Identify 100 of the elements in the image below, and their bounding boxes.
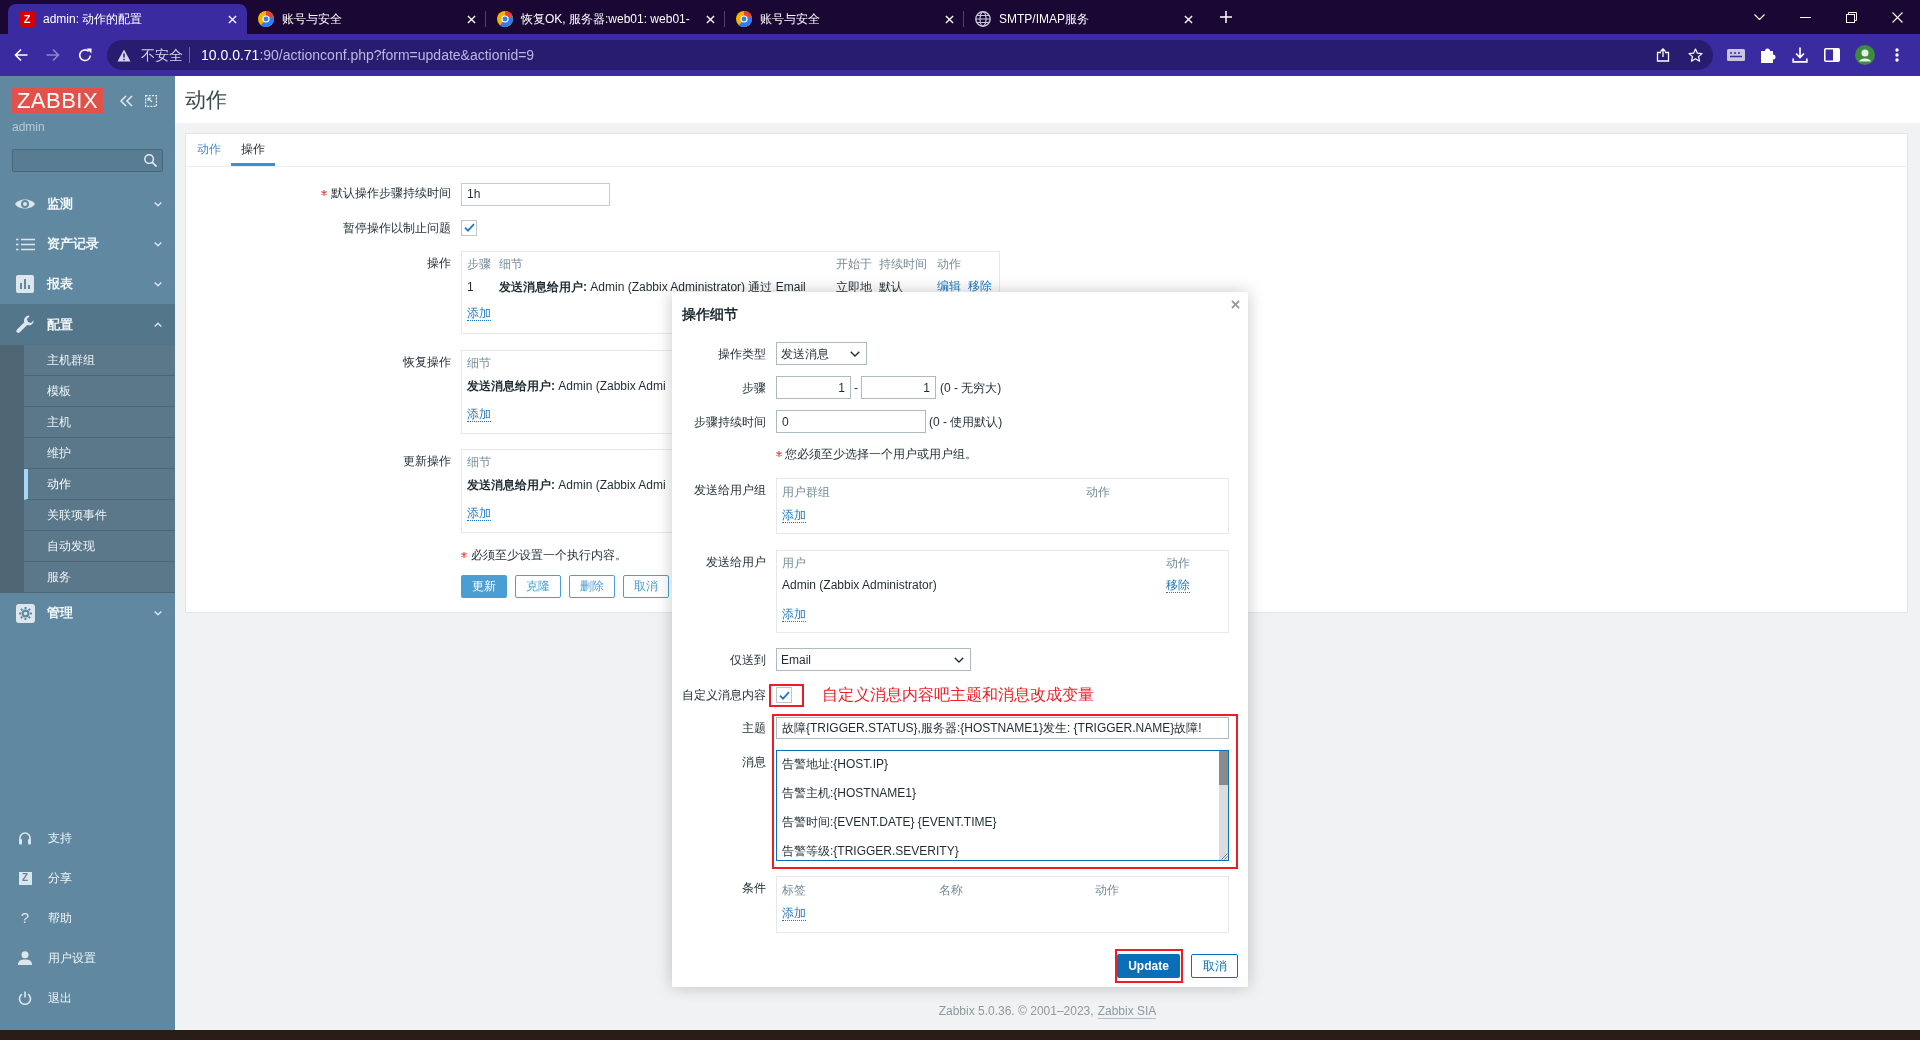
chevron-down-icon	[954, 656, 964, 663]
forward-icon[interactable]	[46, 48, 60, 62]
add-link[interactable]: 添加	[782, 906, 806, 921]
dialog-button[interactable]: Update	[1117, 954, 1180, 978]
checkbox[interactable]	[461, 219, 477, 236]
table-cell: 默认	[879, 279, 903, 294]
plus-icon[interactable]	[1220, 11, 1232, 23]
add-link[interactable]: 添加	[467, 505, 491, 521]
column-header: 用户群组	[782, 485, 830, 499]
gear-icon	[15, 603, 35, 623]
form-label: 默认操作步骤持续时间	[331, 186, 451, 201]
form-label: 操作类型	[718, 346, 766, 361]
puzzle-icon[interactable]	[1760, 47, 1776, 63]
menu-item[interactable]: 退出	[0, 978, 175, 1018]
menu-item[interactable]: 资产记录	[0, 224, 175, 264]
browser-tab[interactable]: 账号与安全	[247, 4, 486, 34]
menu-item[interactable]: 报表	[0, 264, 175, 304]
checkmark-icon	[463, 223, 475, 232]
form-label: 更新操作	[403, 453, 451, 468]
add-link[interactable]: 添加	[782, 508, 806, 523]
minimize-icon[interactable]	[1800, 16, 1811, 18]
table-cell: 1	[467, 279, 474, 294]
form-label: 发送给用户组	[694, 483, 766, 497]
restore-icon[interactable]	[1846, 11, 1857, 23]
select-field[interactable]: Email	[776, 648, 971, 671]
browser-tab[interactable]: 账号与安全	[725, 4, 964, 34]
headset-icon	[18, 831, 32, 845]
submenu-item[interactable]: 维护	[24, 438, 175, 469]
keyboard-icon[interactable]	[1727, 49, 1745, 61]
chevron-up-icon[interactable]	[154, 322, 162, 327]
star-icon[interactable]	[1688, 48, 1703, 62]
menu-item[interactable]: 支持	[0, 818, 175, 858]
search-field[interactable]	[12, 149, 163, 172]
company-link[interactable]: Zabbix SIA	[1097, 1004, 1157, 1019]
warning-icon	[117, 48, 131, 62]
menu-item[interactable]: 管理	[0, 593, 175, 633]
dialog-title: 操作细节	[682, 306, 738, 322]
security-chip[interactable]: 不安全	[117, 47, 183, 63]
submenu-item[interactable]: 主机群组	[24, 345, 175, 376]
back-icon[interactable]	[14, 48, 28, 62]
duration-field[interactable]: 1h	[461, 182, 610, 206]
logo[interactable]: ZABBIX	[12, 88, 103, 113]
form-button[interactable]: 删除	[569, 574, 615, 598]
download-icon[interactable]	[1792, 47, 1808, 63]
step-to-field[interactable]: 1	[861, 376, 936, 399]
message-field[interactable]: 告警地址:{HOST.IP} 告警主机:{HOSTNAME1} 告警时间:{EVENT.DATE} {EVENT.TIME} 告警等级:{TRIGGER.SEVERITY}	[776, 750, 1229, 861]
browser-tab[interactable]: 恢复OK, 服务器:web01: web01-	[486, 4, 725, 34]
add-link[interactable]: 添加	[782, 607, 806, 622]
tab[interactable]: 操作	[231, 134, 275, 166]
submenu-item[interactable]: 关联项事件	[24, 500, 175, 531]
reload-icon[interactable]	[78, 48, 92, 62]
menu-item[interactable]: 用户设置	[0, 938, 175, 978]
dialog-button[interactable]: 取消	[1191, 954, 1238, 978]
add-link[interactable]: 添加	[467, 406, 491, 422]
range-separator: -	[853, 380, 859, 395]
step-duration-field[interactable]: 0	[776, 410, 926, 433]
submenu-item[interactable]: 动作	[24, 469, 175, 500]
checkmark-icon	[778, 690, 790, 700]
browser-tab[interactable]: SMTP/IMAP服务	[964, 4, 1203, 34]
column-header: 细节	[499, 256, 523, 271]
form-label: 仅送到	[730, 652, 766, 667]
form-button[interactable]: 更新	[461, 574, 507, 598]
side-panel-icon[interactable]	[1824, 48, 1840, 62]
step-from-field[interactable]: 1	[776, 376, 851, 399]
form-button[interactable]: 克隆	[515, 574, 561, 598]
address-bar[interactable]: 不安全 10.0.0.71:90/actionconf.php?form=update&actionid=9	[107, 40, 1713, 70]
annotation-text: 自定义消息内容吧主题和消息改成变量	[822, 685, 1094, 705]
form-button[interactable]: 取消	[623, 574, 669, 598]
browser-tab[interactable]: Z admin: 动作的配置	[8, 4, 247, 34]
submenu-item[interactable]: 模板	[24, 376, 175, 407]
submenu-item[interactable]: 主机	[24, 407, 175, 438]
subject-field[interactable]: 故障{TRIGGER.STATUS},服务器:{HOSTNAME1}发生: {TRIGGER.NAME}故障!	[776, 717, 1229, 739]
submenu-item[interactable]: 自动发现	[24, 531, 175, 562]
table-cell: 发送消息给用户: Admin (Zabbix Administrator) 通过 Email	[499, 279, 806, 294]
menu-item[interactable]: ? 帮助	[0, 898, 175, 938]
remove-link[interactable]: 移除	[1166, 578, 1190, 593]
search-icon	[144, 154, 157, 167]
collapse-icon[interactable]	[120, 94, 133, 107]
menu-item[interactable]: 配置	[0, 304, 175, 345]
circle-logo-icon	[497, 11, 513, 27]
bar-chart-icon	[16, 275, 34, 293]
add-link[interactable]: 添加	[467, 305, 491, 321]
menu-item[interactable]: 监测	[0, 184, 175, 224]
fullscreen-icon[interactable]	[145, 94, 157, 107]
avatar-icon[interactable]	[1855, 45, 1875, 65]
column-header: 开始于	[836, 256, 872, 271]
wrench-icon	[15, 315, 35, 334]
scrollbar-thumb[interactable]	[1219, 751, 1228, 785]
menu-item[interactable]: Z 分享	[0, 858, 175, 898]
submenu-item[interactable]: 服务	[24, 562, 175, 593]
form-label: 步骤	[742, 380, 766, 395]
eye-icon	[14, 197, 36, 211]
table-cell: 发送消息给用户: Admin (Zabbix Admi	[467, 477, 666, 492]
help-icon: ?	[20, 910, 30, 926]
kebab-menu-icon[interactable]	[1895, 48, 1899, 62]
checkbox[interactable]	[776, 687, 792, 703]
tab[interactable]: 动作	[187, 134, 231, 166]
column-header: 细节	[467, 454, 491, 469]
select-field[interactable]: 发送消息	[776, 342, 867, 365]
share-icon[interactable]	[1656, 48, 1670, 62]
